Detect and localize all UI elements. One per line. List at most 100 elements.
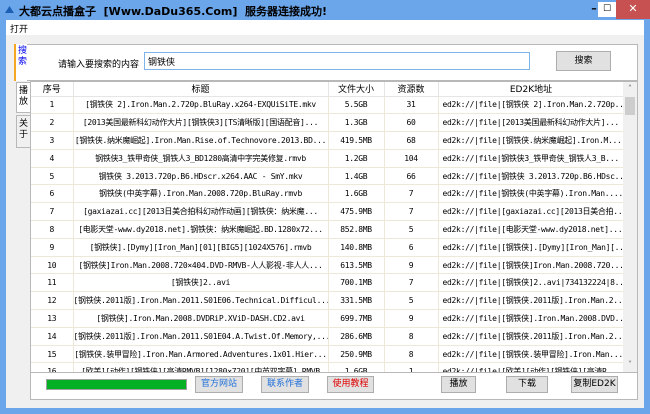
- cell-index: 13: [31, 309, 74, 328]
- cell-sources: 7: [384, 202, 439, 222]
- play-button[interactable]: 播放: [441, 376, 476, 393]
- download-button[interactable]: 下载: [506, 376, 548, 393]
- cell-title: [gaxiazai.cc][2013日美合拍科幻动作动画][钢铁侠：纳米魔...: [73, 202, 329, 222]
- cell-ed2k: ed2k://|file|[gaxiazai.cc][2013日美合拍...: [438, 202, 625, 222]
- cell-index: 15: [31, 345, 74, 364]
- table-row[interactable]: 7 [gaxiazai.cc][2013日美合拍科幻动作动画][钢铁侠：纳米魔..…: [31, 202, 625, 222]
- vertical-scrollbar[interactable]: ˄ ˅: [623, 82, 637, 372]
- cell-sources: 8: [384, 327, 439, 346]
- table-row[interactable]: 12 [钢铁侠.2011版].Iron.Man.2011.S01E06.Techn…: [31, 291, 625, 311]
- table-row[interactable]: 16 [欧美][动作][钢铁侠][高清RMVB][1280×720][中英双字幕]…: [31, 362, 625, 372]
- cell-size: 1.6GB: [328, 184, 385, 204]
- cell-sources: 8: [384, 345, 439, 364]
- cell-index: 4: [31, 149, 74, 168]
- cell-sources: 9: [384, 256, 439, 275]
- cell-size: 1.4GB: [328, 167, 385, 186]
- cell-ed2k: ed2k://|file|[电影天堂-www.dy2018.net]....: [438, 220, 625, 239]
- cell-sources: 7: [384, 184, 439, 204]
- search-button[interactable]: 搜索: [556, 51, 611, 71]
- table-row[interactable]: 2 [2013美国最新科幻动作大片][钢铁侠3][TS清晰版][国语配音]... 1…: [31, 113, 625, 133]
- cloud-app-icon: [5, 6, 14, 13]
- client-area: 打开 搜索 请输入要搜索的内容 搜索 播放 关于 序号标题文件大小资源数ED2K…: [6, 20, 644, 408]
- maximize-button[interactable]: ☐: [598, 2, 616, 17]
- cell-index: 12: [31, 291, 74, 311]
- contact-author-button[interactable]: 联系作者: [261, 376, 309, 393]
- close-button[interactable]: ✕: [616, 0, 650, 19]
- window-title: 大都云点播盒子 [Www.DaDu365.Com] 服务器连接成功!: [19, 5, 328, 18]
- column-header[interactable]: 资源数: [384, 82, 439, 97]
- cell-ed2k: ed2k://|file|钢铁侠3_铁甲奇侠_钢铁人3_B...: [438, 149, 625, 168]
- search-input[interactable]: [144, 52, 530, 70]
- cell-index: 9: [31, 238, 74, 257]
- cell-sources: 60: [384, 113, 439, 133]
- cell-ed2k: ed2k://|file|[钢铁侠.2011版].Iron.Man.2...: [438, 291, 625, 311]
- table-row[interactable]: 10 [钢铁侠]Iron.Man.2008.720×404.DVD-RMVB-人人…: [31, 256, 625, 275]
- cell-title: 钢铁侠3_铁甲奇侠_钢铁人3_BD1280高清中字完美修复.rmvb: [73, 149, 329, 168]
- title-bar: 大都云点播盒子 [Www.DaDu365.Com] 服务器连接成功! – ☐ ✕: [0, 0, 650, 20]
- column-header[interactable]: 序号: [31, 82, 74, 97]
- cell-ed2k: ed2k://|file|[钢铁侠]2..avi|734132224|8...: [438, 273, 625, 293]
- cell-ed2k: ed2k://|file|[钢铁侠.纳米魔崛起].Iron.M...: [438, 131, 625, 150]
- cell-index: 11: [31, 273, 74, 293]
- scroll-up-icon[interactable]: ˄: [623, 82, 637, 96]
- table-row[interactable]: 14 [钢铁侠.2011版].Iron.Man.2011.S01E04.A.Twi…: [31, 327, 625, 346]
- cell-sources: 6: [384, 238, 439, 257]
- table-row[interactable]: 13 [钢铁侠].Iron.Man.2008.DVDRiP.XViD-DASH.C…: [31, 309, 625, 328]
- cell-title: [钢铁侠].[Dymy][Iron_Man][01][BIG5][1024X57…: [73, 238, 329, 257]
- table-row[interactable]: 9 [钢铁侠].[Dymy][Iron_Man][01][BIG5][1024X5…: [31, 238, 625, 257]
- cell-title: [钢铁侠.纳米魔崛起].Iron.Man.Rise.of.Technovore.…: [73, 131, 329, 150]
- table-row[interactable]: 8 [电影天堂-www.dy2018.net].钢铁侠：纳米魔崛起.BD.1280…: [31, 220, 625, 239]
- cell-index: 7: [31, 202, 74, 222]
- cell-size: 286.6MB: [328, 327, 385, 346]
- copy-ed2k-button[interactable]: 复制ED2K: [571, 376, 618, 393]
- table-row[interactable]: 15 [钢铁侠.装甲冒险].Iron.Man.Armored.Adventures…: [31, 345, 625, 364]
- cell-size: 1.2GB: [328, 149, 385, 168]
- cell-index: 14: [31, 327, 74, 346]
- cell-title: 钢铁侠(中英字幕).Iron.Man.2008.720p.BluRay.rmvb: [73, 184, 329, 204]
- cell-ed2k: ed2k://|file|[钢铁侠.2011版].Iron.Man.2...: [438, 327, 625, 346]
- table-row[interactable]: 1 [钢铁侠 2].Iron.Man.2.720p.BluRay.x264-EXQ…: [31, 96, 625, 115]
- cell-sources: 5: [384, 291, 439, 311]
- table-row[interactable]: 4 钢铁侠3_铁甲奇侠_钢铁人3_BD1280高清中字完美修复.rmvb 1.2GB…: [31, 149, 625, 168]
- cell-sources: 7: [384, 273, 439, 293]
- cell-title: [欧美][动作][钢铁侠][高清RMVB][1280×720][中英双字幕].R…: [73, 362, 329, 372]
- table-row[interactable]: 3 [钢铁侠.纳米魔崛起].Iron.Man.Rise.of.Technovore…: [31, 131, 625, 150]
- cell-ed2k: ed2k://|file|[钢铁侠 2].Iron.Man.2.720p...: [438, 96, 625, 115]
- cell-size: 1.6GB: [328, 362, 385, 372]
- scroll-down-icon[interactable]: ˅: [623, 358, 637, 372]
- cell-size: 700.1MB: [328, 273, 385, 293]
- cell-index: 8: [31, 220, 74, 239]
- menu-open[interactable]: 打开: [10, 22, 28, 35]
- cell-title: 钢铁侠 3.2013.720p.B6.HDscr.x264.AAC - SmY.…: [73, 167, 329, 186]
- cell-size: 250.9MB: [328, 345, 385, 364]
- tab-search[interactable]: 搜索: [14, 44, 27, 81]
- cell-title: [电影天堂-www.dy2018.net].钢铁侠：纳米魔崛起.BD.1280x…: [73, 220, 329, 239]
- cell-ed2k: ed2k://|file|[钢铁侠].Iron.Man.2008.DVD...: [438, 309, 625, 328]
- table-row[interactable]: 11 [钢铁侠]2..avi 700.1MB 7 ed2k://|file|[钢铁侠]2…: [31, 273, 625, 293]
- cell-ed2k: ed2k://|file|[2013美国最新科幻动作大片]...: [438, 113, 625, 133]
- table-row[interactable]: 5 钢铁侠 3.2013.720p.B6.HDscr.x264.AAC - SmY…: [31, 167, 625, 186]
- tab-play[interactable]: 播放: [16, 82, 30, 113]
- cell-size: 475.9MB: [328, 202, 385, 222]
- menu-bar: 打开: [6, 20, 644, 35]
- cell-index: 10: [31, 256, 74, 275]
- app-window: 大都云点播盒子 [Www.DaDu365.Com] 服务器连接成功! – ☐ ✕…: [0, 0, 650, 414]
- results-table: 序号 标题 文件大小 资源数 ED2K地址 1 [钢铁侠 2].Iron.Man.2.72…: [30, 81, 638, 373]
- cell-title: [钢铁侠].Iron.Man.2008.DVDRiP.XViD-DASH.CD2…: [73, 309, 329, 328]
- cell-title: [钢铁侠 2].Iron.Man.2.720p.BluRay.x264-EXQU…: [73, 96, 329, 115]
- column-header[interactable]: 标题: [73, 82, 329, 97]
- tutorial-button[interactable]: 使用教程: [327, 376, 374, 393]
- cell-sources: 66: [384, 167, 439, 186]
- tab-about[interactable]: 关于: [16, 115, 30, 148]
- cell-ed2k: ed2k://|file|[欧美][动作][钢铁侠][高清R...: [438, 362, 625, 372]
- column-header[interactable]: ED2K地址: [438, 82, 625, 97]
- column-header[interactable]: 文件大小: [328, 82, 385, 97]
- cell-size: 140.8MB: [328, 238, 385, 257]
- search-label: 请输入要搜索的内容: [58, 60, 140, 70]
- scroll-thumb[interactable]: [625, 97, 635, 115]
- search-panel: 搜索 请输入要搜索的内容 搜索: [14, 44, 638, 81]
- cell-title: [2013美国最新科幻动作大片][钢铁侠3][TS清晰版][国语配音]...: [73, 113, 329, 133]
- table-row[interactable]: 6 钢铁侠(中英字幕).Iron.Man.2008.720p.BluRay.rmv…: [31, 184, 625, 204]
- official-site-button[interactable]: 官方网站: [195, 376, 243, 393]
- cell-title: [钢铁侠]Iron.Man.2008.720×404.DVD-RMVB-人人影视…: [73, 256, 329, 275]
